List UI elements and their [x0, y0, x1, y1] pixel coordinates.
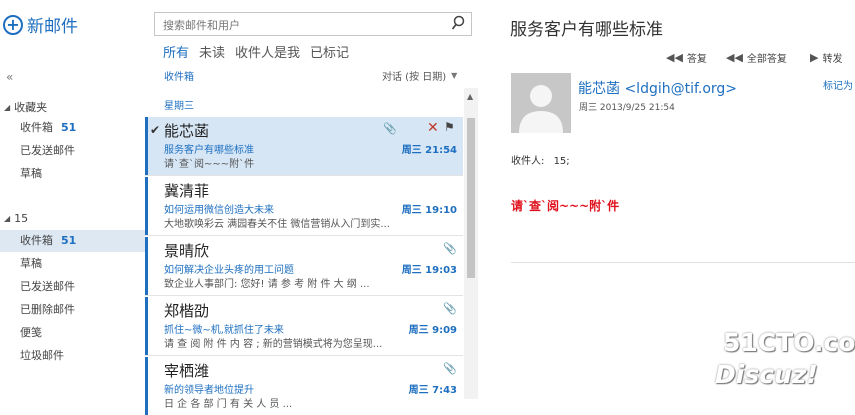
mark-as-link[interactable]: 标记为 — [823, 77, 853, 92]
folder-item-deleted[interactable]: 已删除邮件 — [0, 299, 145, 321]
date-group-header: 星期三 — [164, 101, 194, 112]
filter-tabs: 所有 未读 收件人是我 已标记 — [163, 42, 349, 61]
watermark-51cto: 51CTO.com — [723, 328, 855, 357]
unread-count: 51 — [61, 121, 77, 134]
reply-button[interactable]: ◀◀ 答复 — [666, 50, 707, 65]
sort-dropdown[interactable]: 对话 (按 日期) ▼ — [382, 68, 457, 83]
folder-item-inbox[interactable]: 收件箱 51 — [0, 230, 145, 252]
search-input[interactable]: 搜索邮件和用户 — [163, 17, 240, 33]
message-list-scrollbar[interactable]: ▲ — [464, 88, 478, 399]
recipients-label: 收件人: — [511, 156, 545, 167]
folder-item-sent[interactable]: 已发送邮件 — [0, 276, 145, 298]
unread-bar — [145, 297, 148, 355]
message-subject: 抓住~微~机,就抓住了未来 — [164, 325, 284, 336]
collapse-triangle-icon: ◢ — [4, 102, 11, 112]
message-subject: 如何运用微信创造大未来 — [164, 205, 274, 216]
account-header[interactable]: ◢ 15 — [4, 212, 28, 225]
message-item[interactable]: 郑楷劭 📎 抓住~微~机,就抓住了未来 周三 9:09 请 查 阅 附 件 内 … — [145, 297, 463, 356]
unread-bar — [145, 177, 148, 235]
message-preview: 大地歌唤彩云 满园春关不住 微信营销从入门到实... — [164, 219, 390, 230]
unread-bar — [145, 357, 148, 415]
folder-item-drafts[interactable]: 草稿 — [0, 253, 145, 275]
scroll-up-arrow-icon[interactable]: ▲ — [467, 92, 473, 101]
message-subject: 如何解决企业头疼的用工问题 — [164, 265, 294, 276]
collapse-triangle-icon: ◢ — [4, 214, 11, 223]
attachment-icon: 📎 — [383, 122, 397, 135]
message-item[interactable]: 冀清菲 如何运用微信创造大未来 周三 19:10 大地歌唤彩云 满园春关不住 微… — [145, 177, 463, 236]
attachment-icon: 📎 — [443, 362, 457, 375]
divider — [511, 262, 855, 263]
check-icon: ✔ — [150, 123, 161, 137]
message-subject: 服务客户有哪些标准 — [164, 145, 254, 156]
sent-date: 周三 2013/9/25 21:54 — [579, 103, 675, 113]
delete-icon[interactable]: ✕ — [427, 120, 439, 136]
favorites-item-drafts[interactable]: 草稿 — [0, 163, 145, 185]
message-preview: 请 查 阅 附 件 内 容 ; 新的营销模式将为您呈现... — [164, 339, 383, 350]
unread-bar — [145, 237, 148, 295]
search-icon[interactable] — [451, 15, 465, 35]
new-mail-label: 新邮件 — [27, 17, 78, 37]
message-subject: 新的领导者地位提升 — [164, 385, 254, 396]
message-sender: 郑楷劭 — [164, 302, 210, 320]
folder-item-notes[interactable]: 便笺 — [0, 322, 145, 344]
message-sender: 能芯菡 — [164, 122, 210, 140]
collapse-nav-button[interactable]: « — [6, 70, 13, 84]
plus-icon: + — [3, 14, 23, 35]
message-sender: 宰栖潍 — [164, 362, 210, 380]
sender-name-email[interactable]: 能芯菡 <ldgih@tif.org> — [578, 78, 737, 98]
message-preview: 致企业人事部门: 您好! 请 参 考 附 件 大 纲 ... — [164, 279, 370, 290]
favorites-item-sent[interactable]: 已发送邮件 — [0, 140, 145, 162]
message-subject-heading: 服务客户有哪些标准 — [510, 20, 663, 40]
selection-bar — [145, 117, 148, 175]
person-icon — [511, 73, 571, 133]
message-sender: 冀清菲 — [164, 182, 210, 200]
search-box[interactable]: 搜索邮件和用户 — [154, 12, 472, 36]
message-item[interactable]: 景晴欣 📎 如何解决企业头疼的用工问题 周三 19:03 致企业人事部门: 您好… — [145, 237, 463, 296]
reply-icon: ◀◀ — [666, 51, 683, 64]
watermark-discuz: Discuz! — [715, 360, 818, 389]
avatar — [511, 73, 571, 133]
folder-item-junk[interactable]: 垃圾邮件 — [0, 345, 145, 367]
flag-icon[interactable]: ⚑ — [444, 120, 455, 134]
message-time: 周三 9:09 — [408, 325, 457, 336]
current-folder-label: 收件箱 — [164, 72, 194, 83]
filter-all[interactable]: 所有 — [163, 42, 189, 61]
favorites-item-inbox[interactable]: 收件箱 51 — [0, 117, 145, 139]
forward-button[interactable]: ▶ 转发 — [810, 50, 842, 65]
message-item[interactable]: ✔ 能芯菡 📎 ✕ ⚑ 服务客户有哪些标准 周三 21:54 请`查`阅~~~附… — [145, 117, 463, 176]
message-preview: 日 企 各 部 门 有 关 人 员 ... — [164, 399, 293, 410]
message-preview: 请`查`阅~~~附`件 — [164, 159, 255, 170]
message-sender: 景晴欣 — [164, 242, 210, 260]
reply-all-icon: ◀◀ — [726, 51, 743, 64]
filter-to-me[interactable]: 收件人是我 — [235, 42, 300, 61]
recipients-line: 收件人: 15; — [511, 152, 570, 167]
new-mail-button[interactable]: + 新邮件 — [3, 12, 78, 37]
attachment-icon: 📎 — [443, 302, 457, 315]
filter-flagged[interactable]: 已标记 — [310, 42, 349, 61]
message-time: 周三 19:03 — [401, 265, 457, 276]
message-item[interactable]: 宰栖潍 📎 新的领导者地位提升 周三 7:43 日 企 各 部 门 有 关 人 … — [145, 357, 463, 415]
forward-icon: ▶ — [810, 51, 819, 64]
message-time: 周三 19:10 — [401, 205, 457, 216]
message-time: 周三 7:43 — [408, 385, 457, 396]
recipients-value[interactable]: 15; — [554, 156, 570, 167]
attachment-icon: 📎 — [443, 242, 457, 255]
unread-count: 51 — [61, 234, 77, 247]
reply-all-button[interactable]: ◀◀ 全部答复 — [726, 50, 787, 65]
filter-unread[interactable]: 未读 — [199, 42, 225, 61]
favorites-header[interactable]: ◢ 收藏夹 — [4, 99, 47, 115]
message-time: 周三 21:54 — [401, 145, 457, 156]
message-body: 请`查`阅~~~附`件 — [511, 199, 620, 213]
scrollbar-thumb[interactable] — [467, 118, 475, 278]
dropdown-arrow-icon: ▼ — [451, 71, 458, 80]
